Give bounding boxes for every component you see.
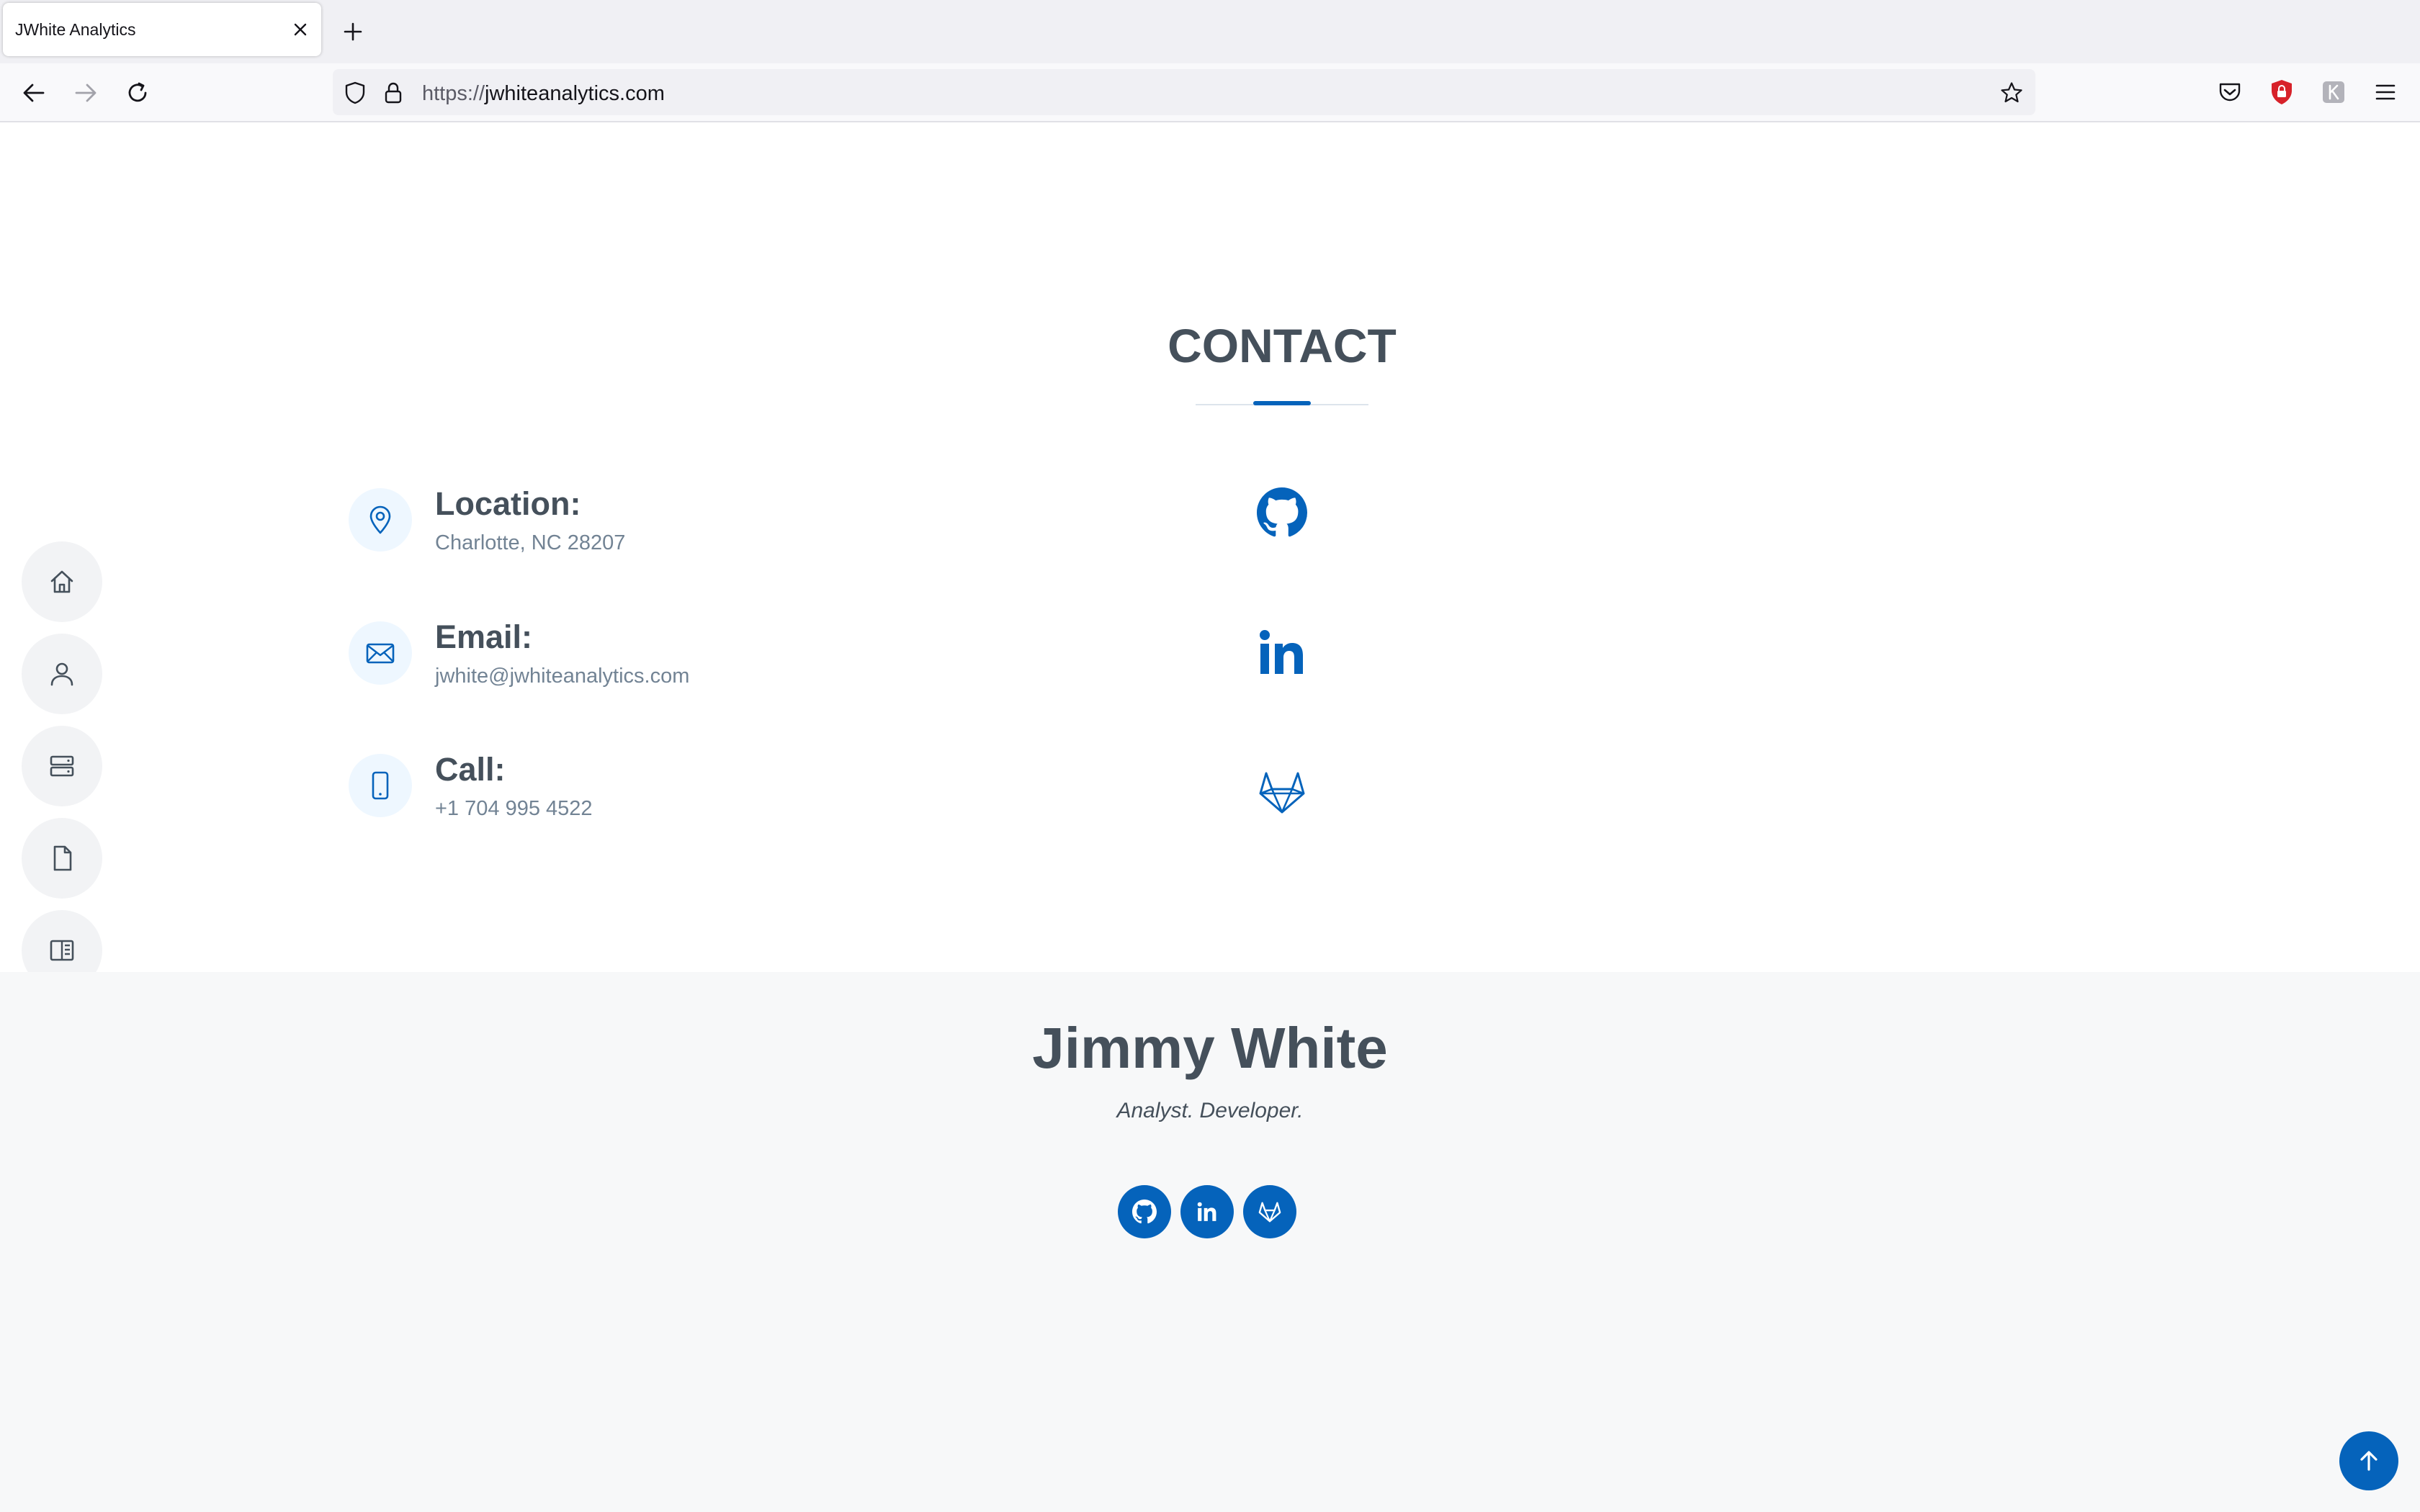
github-icon — [1257, 487, 1307, 537]
shield-icon[interactable] — [343, 81, 367, 105]
nav-home-button[interactable] — [22, 541, 102, 622]
footer-linkedin-link[interactable] — [1180, 1185, 1234, 1238]
browser-tab[interactable]: JWhite Analytics — [3, 3, 321, 56]
contact-call: Call: +1 704 995 4522 — [349, 751, 1069, 859]
footer-github-link[interactable] — [1118, 1185, 1171, 1238]
file-icon — [53, 845, 72, 871]
browser-tab-bar: JWhite Analytics — [0, 0, 2420, 63]
bookmark-star-icon[interactable] — [1999, 81, 2024, 105]
person-icon — [50, 662, 73, 686]
server-icon — [50, 755, 74, 777]
title-divider-accent — [1253, 401, 1311, 405]
browser-toolbar: https://jwhiteanalytics.com — [0, 63, 2420, 122]
gitlab-icon — [1258, 1202, 1281, 1223]
github-link[interactable] — [1252, 482, 1312, 543]
gitlab-link[interactable] — [1252, 762, 1312, 822]
footer: Jimmy White Analyst. Developer. — [0, 972, 2420, 1512]
close-icon[interactable] — [290, 19, 311, 40]
location-label: Location: — [435, 485, 581, 522]
footer-name: Jimmy White — [1032, 1016, 1388, 1080]
linkedin-icon — [1197, 1202, 1216, 1221]
footer-gitlab-link[interactable] — [1243, 1185, 1296, 1238]
call-value[interactable]: +1 704 995 4522 — [435, 797, 593, 821]
email-label: Email: — [435, 618, 533, 655]
plus-icon[interactable] — [339, 17, 367, 46]
url-protocol: https:// — [422, 82, 485, 105]
pocket-icon[interactable] — [2215, 78, 2244, 107]
map-pin-icon — [349, 488, 412, 552]
nav-resume-button[interactable] — [22, 726, 102, 806]
email-value[interactable]: jwhite@jwhiteanalytics.com — [435, 665, 689, 688]
linkedin-icon — [1260, 630, 1303, 674]
back-to-top-button[interactable] — [2339, 1431, 2398, 1490]
nav-about-button[interactable] — [22, 634, 102, 714]
footer-tagline: Analyst. Developer. — [1116, 1099, 1304, 1122]
home-icon — [50, 570, 73, 593]
nav-portfolio-button[interactable] — [22, 818, 102, 899]
arrow-up-icon — [2360, 1451, 2378, 1471]
tab-title: JWhite Analytics — [15, 20, 136, 39]
extension-icon[interactable] — [2319, 78, 2348, 107]
envelope-icon — [349, 621, 412, 685]
forward-arrow-icon[interactable] — [71, 78, 101, 108]
contact-location: Location: Charlotte, NC 28207 — [349, 485, 1069, 593]
lock-icon[interactable] — [382, 81, 405, 105]
reload-icon[interactable] — [122, 78, 153, 108]
back-arrow-icon[interactable] — [19, 78, 49, 108]
page-content: CONTACT Location: Charlotte, NC 28207 Em… — [0, 124, 2420, 1512]
phone-icon — [349, 754, 412, 817]
url-domain: jwhiteanalytics.com — [485, 82, 665, 105]
ublock-shield-icon[interactable] — [2267, 78, 2296, 107]
contact-email: Email: jwhite@jwhiteanalytics.com — [349, 618, 1069, 726]
url-text[interactable]: https://jwhiteanalytics.com — [422, 82, 665, 106]
call-label: Call: — [435, 751, 506, 788]
linkedin-link[interactable] — [1252, 622, 1312, 683]
gitlab-icon — [1259, 772, 1305, 814]
location-value: Charlotte, NC 28207 — [435, 531, 626, 554]
github-icon — [1132, 1200, 1157, 1224]
section-title: CONTACT — [1168, 319, 1397, 372]
hamburger-menu-icon[interactable] — [2371, 78, 2400, 107]
url-bar[interactable]: https://jwhiteanalytics.com — [333, 69, 2035, 115]
book-icon — [50, 940, 74, 961]
